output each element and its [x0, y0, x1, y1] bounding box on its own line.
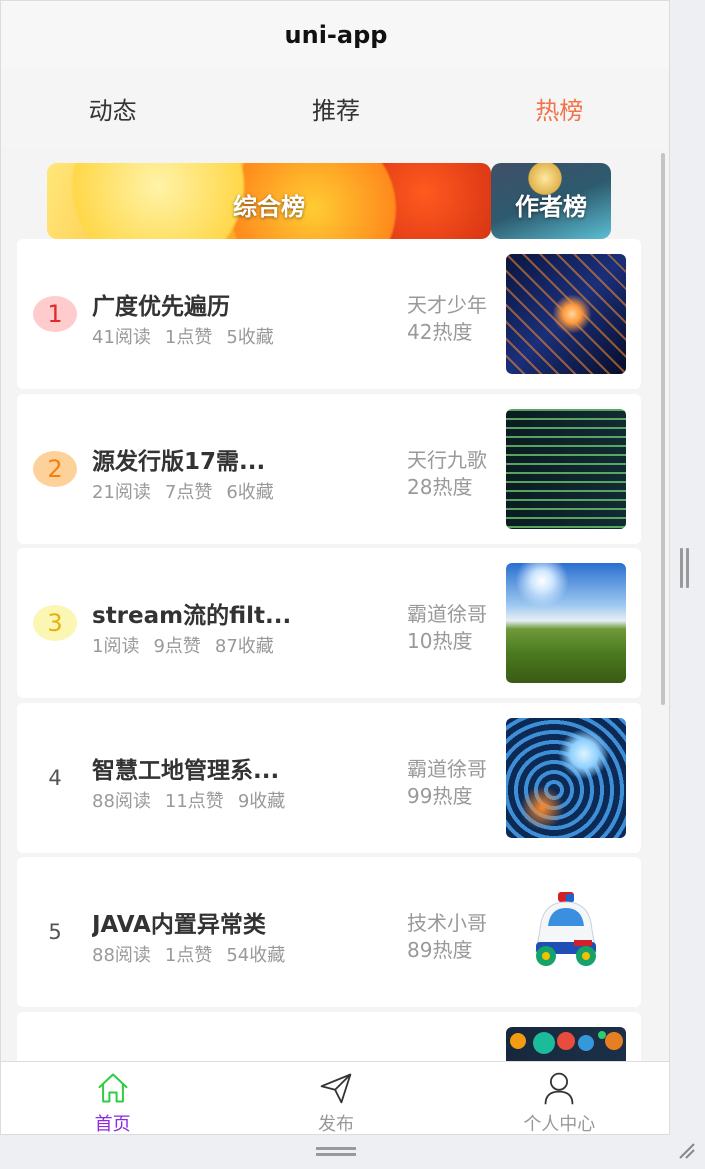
tab-hot[interactable]: 热榜: [448, 68, 669, 148]
article-stats: 41阅读 1点赞 5收藏: [92, 323, 288, 349]
article-title: 广度优先遍历: [92, 294, 230, 320]
read-count: 88阅读: [92, 945, 151, 966]
top-tabs: 动态 推荐 热榜: [1, 68, 669, 148]
author-name: 霸道徐哥: [407, 602, 487, 626]
article-thumbnail: [506, 409, 626, 529]
fav-count: 87收藏: [214, 636, 274, 657]
article-thumbnail: [506, 872, 626, 992]
article-card[interactable]: 4 智慧工地管理系... 88阅读 11点赞 9收藏 霸道徐哥 99热度: [17, 703, 641, 853]
fav-count: 9收藏: [237, 791, 286, 812]
rank-number: 4: [48, 766, 62, 790]
article-card[interactable]: 3 stream流的filt... 1阅读 9点赞 87收藏 霸道徐哥 10热度: [17, 548, 641, 698]
send-icon: [320, 1073, 352, 1104]
article-stats: 21阅读 7点赞 6收藏: [92, 478, 288, 504]
article-stats: 88阅读 11点赞 9收藏: [92, 787, 299, 813]
fav-count: 5收藏: [226, 327, 274, 348]
author-name: 天才少年: [407, 293, 487, 317]
author-name: 天行九歌: [407, 448, 487, 472]
hot-list[interactable]: 综合榜 作者榜 1 广度优先遍历 41阅读 1点赞 5收藏 天才少年 42热度 2 …: [1, 148, 669, 1061]
banner-label: 综合榜: [233, 192, 305, 221]
like-count: 11点赞: [164, 791, 224, 812]
home-icon: [98, 1073, 128, 1103]
read-count: 88阅读: [92, 791, 151, 812]
nav-publish[interactable]: 发布: [224, 1062, 447, 1135]
nav-label: 发布: [317, 1114, 354, 1135]
rank-number: 5: [48, 920, 62, 944]
like-count: 1点赞: [164, 945, 213, 966]
fav-count: 54收藏: [226, 945, 286, 966]
scrollbar[interactable]: [661, 153, 665, 705]
article-card[interactable]: [17, 1012, 641, 1061]
article-thumbnail: [506, 563, 626, 683]
toy-car-illustration: [535, 892, 597, 966]
horizontal-resize-handle[interactable]: [316, 1147, 356, 1157]
read-count: 21阅读: [92, 482, 151, 503]
heat-value: 10热度: [407, 629, 473, 653]
heat-value: 99热度: [407, 784, 473, 808]
article-title: 智慧工地管理系...: [92, 758, 280, 784]
article-stats: 1阅读 9点赞 87收藏: [92, 632, 288, 658]
app-title: uni-app: [284, 20, 388, 49]
like-count: 7点赞: [164, 482, 213, 503]
article-title: 源发行版17需...: [92, 449, 266, 475]
banner-label: 作者榜: [515, 192, 587, 221]
tab-dynamic[interactable]: 动态: [1, 68, 224, 148]
article-title: JAVA内置异常类: [92, 912, 266, 938]
like-count: 1点赞: [164, 327, 213, 348]
resize-corner-icon[interactable]: [676, 1140, 696, 1160]
heat-value: 42热度: [407, 320, 473, 344]
article-card[interactable]: 1 广度优先遍历 41阅读 1点赞 5收藏 天才少年 42热度: [17, 239, 641, 389]
article-thumbnail: [506, 254, 626, 374]
user-icon: [544, 1072, 574, 1105]
nav-label: 首页: [94, 1114, 131, 1135]
banner-overall-rank[interactable]: 综合榜: [47, 163, 491, 239]
app-window: uni-app 动态 推荐 热榜 综合榜 作者榜 1 广度优先遍历 41阅读 1点…: [0, 0, 670, 1135]
article-card[interactable]: 2 源发行版17需... 21阅读 7点赞 6收藏 天行九歌 28热度: [17, 394, 641, 544]
article-title: stream流的filt...: [92, 603, 292, 629]
nav-profile[interactable]: 个人中心: [448, 1062, 669, 1135]
article-card[interactable]: 5 JAVA内置异常类 88阅读 1点赞 54收藏 技术小哥 89热度: [17, 857, 641, 1007]
banner-author-rank[interactable]: 作者榜: [491, 163, 611, 239]
author-name: 霸道徐哥: [407, 757, 487, 781]
title-bar: uni-app: [1, 1, 669, 68]
heat-value: 28热度: [407, 475, 473, 499]
heat-value: 89热度: [407, 938, 473, 962]
fav-count: 6收藏: [226, 482, 274, 503]
read-count: 41阅读: [92, 327, 151, 348]
rank-badge: 2: [33, 451, 77, 487]
tab-recommend[interactable]: 推荐: [224, 68, 447, 148]
read-count: 1阅读: [92, 636, 140, 657]
rank-badge: 3: [33, 605, 77, 641]
like-count: 9点赞: [153, 636, 201, 657]
vertical-resize-handle[interactable]: [680, 548, 690, 588]
article-thumbnail: [506, 718, 626, 838]
icons-illustration: [510, 1031, 623, 1054]
rank-badge: 1: [33, 296, 77, 332]
author-name: 技术小哥: [407, 911, 487, 935]
article-thumbnail: [506, 1027, 626, 1061]
nav-home[interactable]: 首页: [1, 1062, 224, 1135]
bottom-nav: 首页 发布 个人中心: [1, 1061, 669, 1135]
article-stats: 88阅读 1点赞 54收藏: [92, 941, 299, 967]
nav-label: 个人中心: [523, 1114, 596, 1135]
